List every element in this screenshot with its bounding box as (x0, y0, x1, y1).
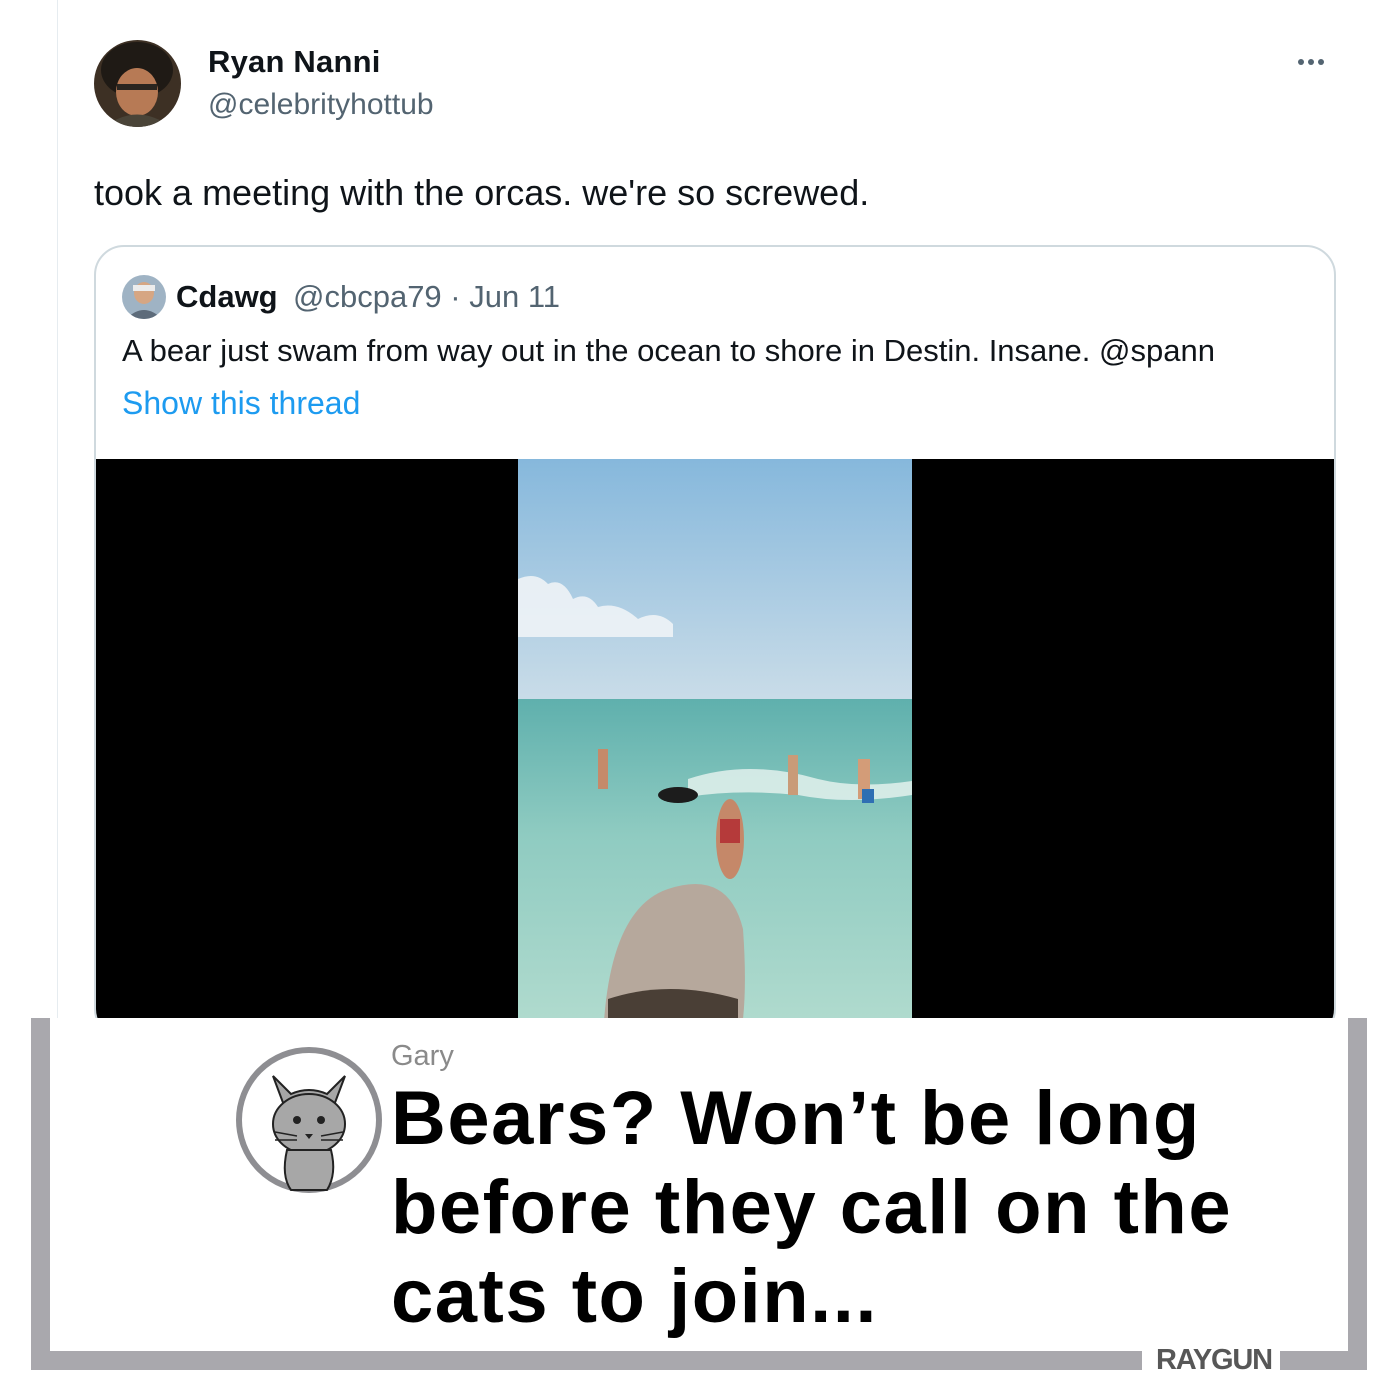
raygun-logo: RAYGUN (1156, 1344, 1273, 1376)
caption-quote: Bears? Won’t be long before they call on… (391, 1076, 1233, 1339)
caption-author: Gary (391, 1040, 454, 1072)
quoted-author-handle-date: @cbcpa79 · Jun 11 (293, 279, 560, 314)
video-player[interactable] (96, 459, 1334, 1037)
quoted-author-name: Cdawg (176, 279, 278, 314)
quoted-tweet-text: A bear just swam from way out in the oce… (122, 333, 1215, 368)
frame-left-border (31, 1018, 50, 1370)
frame-right-border (1348, 1018, 1367, 1370)
author-avatar[interactable] (94, 40, 181, 127)
ellipsis-icon (1298, 59, 1324, 65)
show-thread-link[interactable]: Show this thread (122, 385, 360, 422)
tweet-text: took a meeting with the orcas. we're so … (94, 172, 870, 213)
more-options-button[interactable] (1290, 44, 1332, 78)
beach-video-frame (518, 459, 912, 1037)
quoted-author-avatar (122, 275, 166, 319)
author-handle[interactable]: @celebrityhottub (208, 88, 434, 122)
author-name[interactable]: Ryan Nanni (208, 44, 381, 80)
gary-cat-avatar (235, 1046, 383, 1194)
quoted-tweet-card[interactable]: Cdawg @cbcpa79 · Jun 11 A bear just swam… (94, 245, 1336, 1039)
